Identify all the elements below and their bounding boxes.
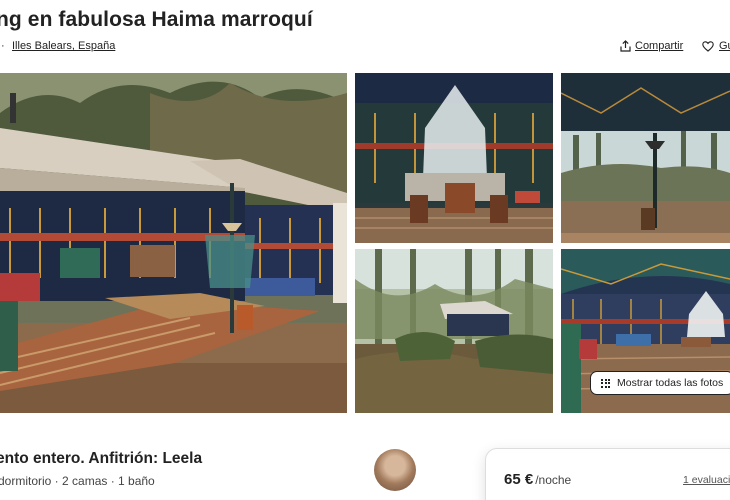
reviews-link[interactable]: 1 evaluación: [683, 474, 730, 486]
host-avatar[interactable]: [374, 449, 416, 491]
show-all-photos-button[interactable]: Mostrar todas las fotos: [590, 371, 730, 395]
photo-tent-interior-bed[interactable]: [355, 73, 553, 243]
photo-tent-entrance[interactable]: [561, 73, 730, 243]
host-heading: ento entero. Anfitrión: Leela: [0, 450, 203, 467]
location-separator: ·: [1, 40, 5, 52]
listing-title: ng en fabulosa Haima marroquí: [0, 8, 313, 31]
tent-interior-image: [355, 73, 553, 243]
grid-icon: [601, 378, 610, 388]
save-label: Gu: [719, 40, 730, 52]
photo-main-tent-exterior[interactable]: [0, 73, 347, 413]
share-label: Compartir: [635, 40, 684, 52]
nightly-price: 65 €/noche: [504, 471, 571, 488]
photo-tent-in-forest[interactable]: [355, 249, 553, 413]
show-all-photos-label: Mostrar todas las fotos: [617, 377, 724, 389]
booking-card: 65 €/noche 1 evaluación: [485, 448, 730, 500]
tent-forest-image: [355, 249, 553, 413]
save-button[interactable]: Gu: [702, 40, 730, 52]
price-amount: 65 €: [504, 471, 534, 488]
price-unit: /noche: [535, 473, 572, 487]
photo-gallery: [0, 73, 730, 413]
heart-icon: [702, 40, 714, 52]
share-button[interactable]: Compartir: [620, 40, 683, 52]
tent-exterior-image: [0, 73, 347, 413]
share-icon: [620, 40, 631, 52]
listing-summary: dormitorio · 2 camas · 1 baño: [0, 474, 155, 488]
location-link[interactable]: Illes Balears, España: [12, 40, 115, 52]
tent-entrance-image: [561, 73, 730, 243]
